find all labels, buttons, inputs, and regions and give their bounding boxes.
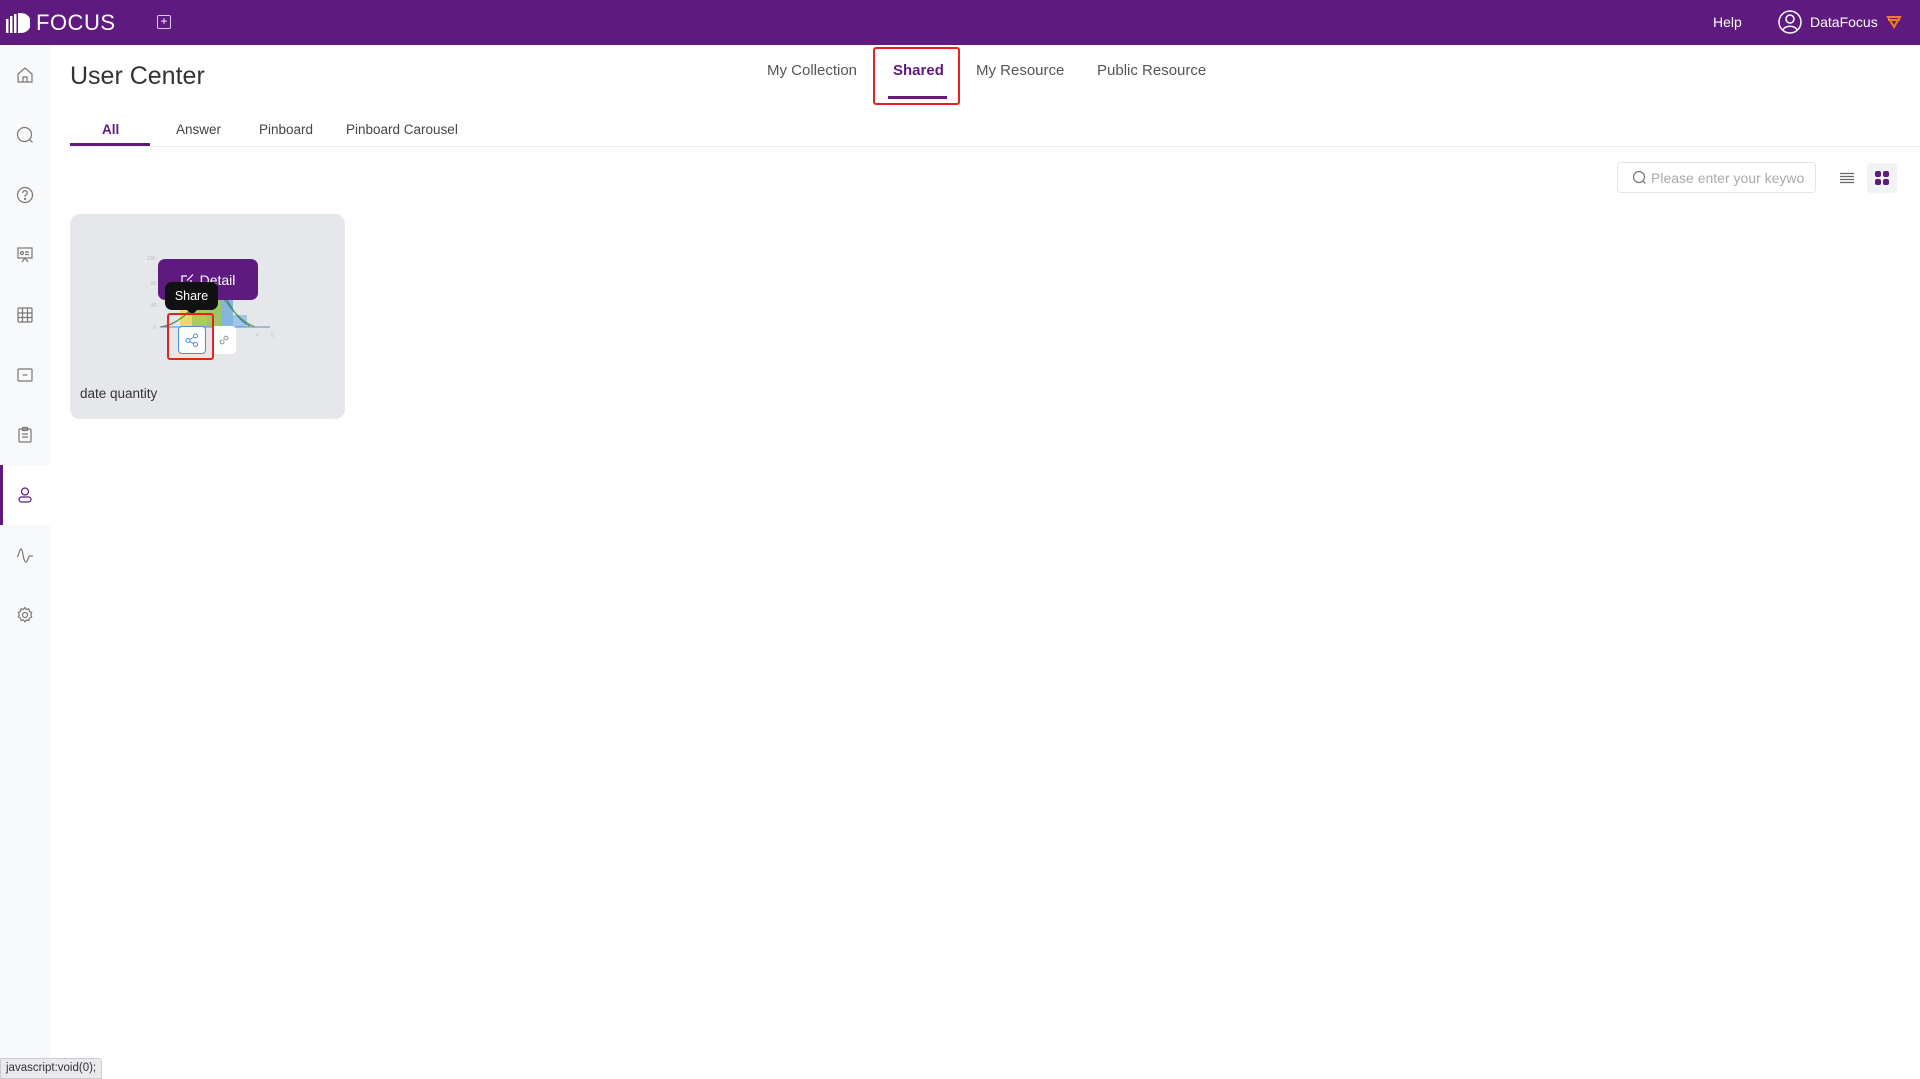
gear-icon [17, 606, 33, 623]
sidebar-item-monitor[interactable] [0, 525, 50, 585]
top-header: FOCUS + Help DataFocus [0, 0, 1920, 45]
tab-my-resource[interactable]: My Resource [976, 62, 1064, 79]
app-name: FOCUS [36, 10, 116, 35]
subtab-pinboard-carousel[interactable]: Pinboard Carousel [346, 122, 458, 137]
subtab-pinboard[interactable]: Pinboard [259, 122, 313, 137]
search-icon [1632, 170, 1646, 184]
user-icon [18, 487, 32, 503]
x-tick: 5 [271, 333, 274, 339]
user-menu[interactable]: DataFocus [1778, 10, 1902, 34]
sidebar-item-folder[interactable] [0, 345, 50, 405]
tab-public-resource[interactable]: Public Resource [1097, 62, 1206, 79]
help-link[interactable]: Help [1713, 14, 1742, 30]
sidebar [0, 45, 50, 1079]
search-icon [16, 126, 33, 143]
page-title: User Center [70, 62, 205, 90]
subtab-divider [70, 146, 1920, 147]
subtab-answer[interactable]: Answer [176, 122, 221, 137]
copy-link-button[interactable] [212, 326, 236, 354]
sidebar-item-settings[interactable] [0, 585, 50, 645]
grid-view-button[interactable] [1867, 163, 1897, 193]
clipboard-icon [18, 426, 32, 443]
keyword-search[interactable] [1617, 162, 1816, 193]
focus-logo-icon [6, 13, 30, 33]
search-input[interactable] [1651, 169, 1811, 186]
link-icon [219, 335, 229, 345]
sidebar-item-help[interactable] [0, 165, 50, 225]
card-title[interactable]: date quantity [80, 386, 157, 401]
user-avatar-icon [1778, 10, 1802, 34]
x-tick: 4 [256, 333, 259, 339]
username: DataFocus [1810, 14, 1878, 30]
sidebar-item-search[interactable] [0, 105, 50, 165]
share-tooltip: Share [165, 282, 218, 315]
add-tab-button[interactable]: + [157, 15, 171, 29]
sidebar-item-clipboard[interactable] [0, 405, 50, 465]
browser-status-bar: javascript:void(0); [0, 1058, 103, 1079]
logo[interactable]: FOCUS [6, 10, 116, 36]
tab-my-collection[interactable]: My Collection [767, 62, 857, 79]
sidebar-item-home[interactable] [0, 45, 50, 105]
active-subtab-indicator [70, 143, 150, 146]
subtab-all[interactable]: All [102, 122, 119, 137]
premium-diamond-icon [1885, 16, 1902, 29]
home-icon [17, 67, 33, 83]
sidebar-item-user-center[interactable] [0, 465, 50, 525]
y-tick: 100 [147, 256, 156, 262]
question-icon [16, 186, 34, 204]
grid-icon [1875, 171, 1889, 185]
pulse-icon [16, 548, 33, 563]
list-view-button[interactable] [1832, 163, 1862, 193]
folder-icon [17, 368, 33, 382]
list-icon [1840, 172, 1854, 184]
sidebar-item-data-table[interactable] [0, 285, 50, 345]
y-tick: 0 [153, 325, 156, 331]
table-icon [17, 307, 33, 323]
presentation-icon [17, 247, 33, 263]
y-tick: 40 [151, 303, 157, 309]
highlight-box-shared-tab [873, 47, 960, 105]
sidebar-item-presentation[interactable] [0, 225, 50, 285]
highlight-box-share-button [167, 313, 214, 360]
y-tick: 80 [151, 281, 157, 287]
